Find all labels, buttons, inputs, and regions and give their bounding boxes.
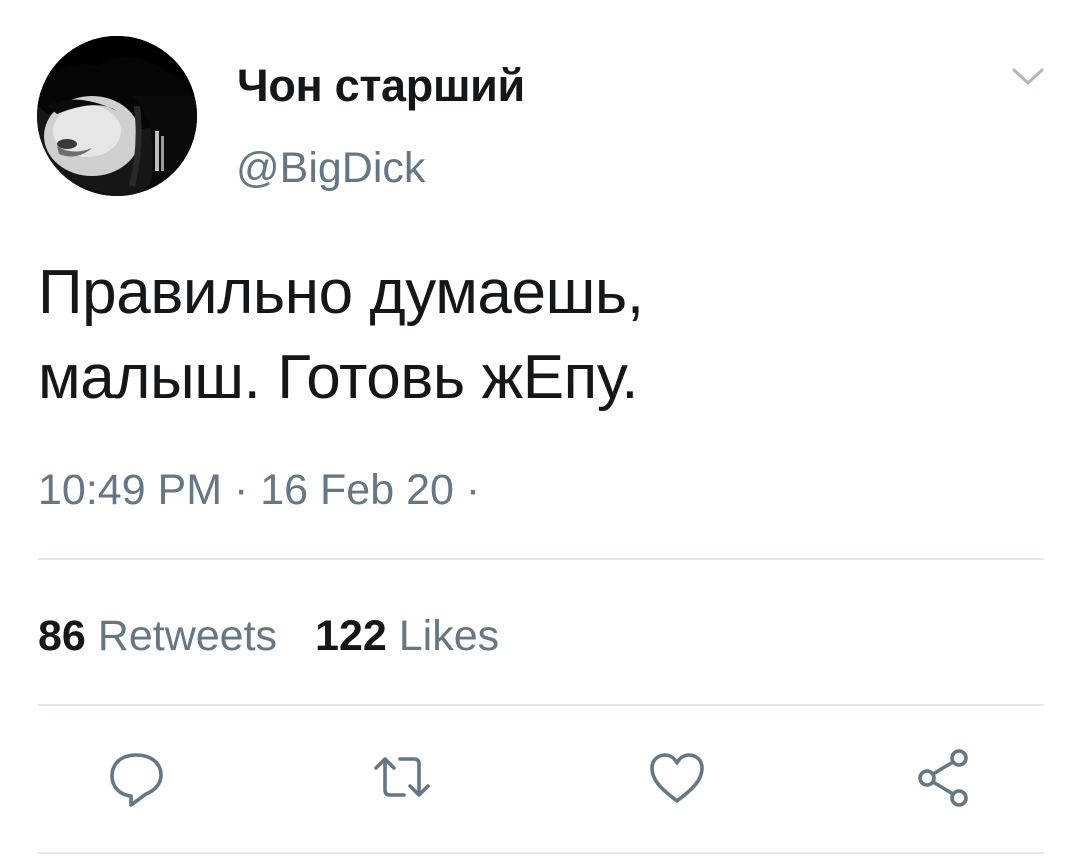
avatar[interactable] [37, 36, 197, 196]
like-count-number: 122 [315, 612, 387, 660]
tweet-timestamp[interactable]: 10:49 PM · 16 Feb 20 · [38, 466, 480, 515]
tweet-text: Правильно думаешь, малыш. Готовь жЕпу. [38, 250, 1018, 420]
divider [38, 704, 1044, 706]
share-button[interactable] [911, 746, 975, 810]
divider [38, 558, 1044, 560]
chevron-down-icon[interactable] [1008, 62, 1048, 92]
reply-button[interactable] [104, 746, 168, 810]
tweet: Чон старший @BigDick Правильно думаешь, … [0, 0, 1080, 868]
retweet-icon [374, 757, 430, 797]
like-count[interactable]: 122 Likes [315, 612, 499, 661]
avatar-photo [37, 36, 197, 196]
tweet-stats: 86 Retweets 122 Likes [38, 612, 499, 661]
heart-icon [650, 753, 704, 803]
retweet-button[interactable] [370, 746, 434, 810]
like-count-label: Likes [398, 612, 500, 660]
retweet-count-label: Retweets [97, 612, 278, 660]
divider [38, 852, 1044, 854]
reply-icon [110, 753, 163, 807]
retweet-count[interactable]: 86 Retweets [38, 612, 277, 661]
tweet-text-line: малыш. Готовь жЕпу. [38, 343, 639, 412]
like-button[interactable] [645, 746, 709, 810]
display-name[interactable]: Чон старший [237, 60, 525, 112]
user-handle[interactable]: @BigDick [236, 144, 425, 193]
tweet-text-line: Правильно думаешь, [38, 258, 644, 327]
share-icon [918, 749, 968, 807]
retweet-count-number: 86 [38, 612, 86, 660]
